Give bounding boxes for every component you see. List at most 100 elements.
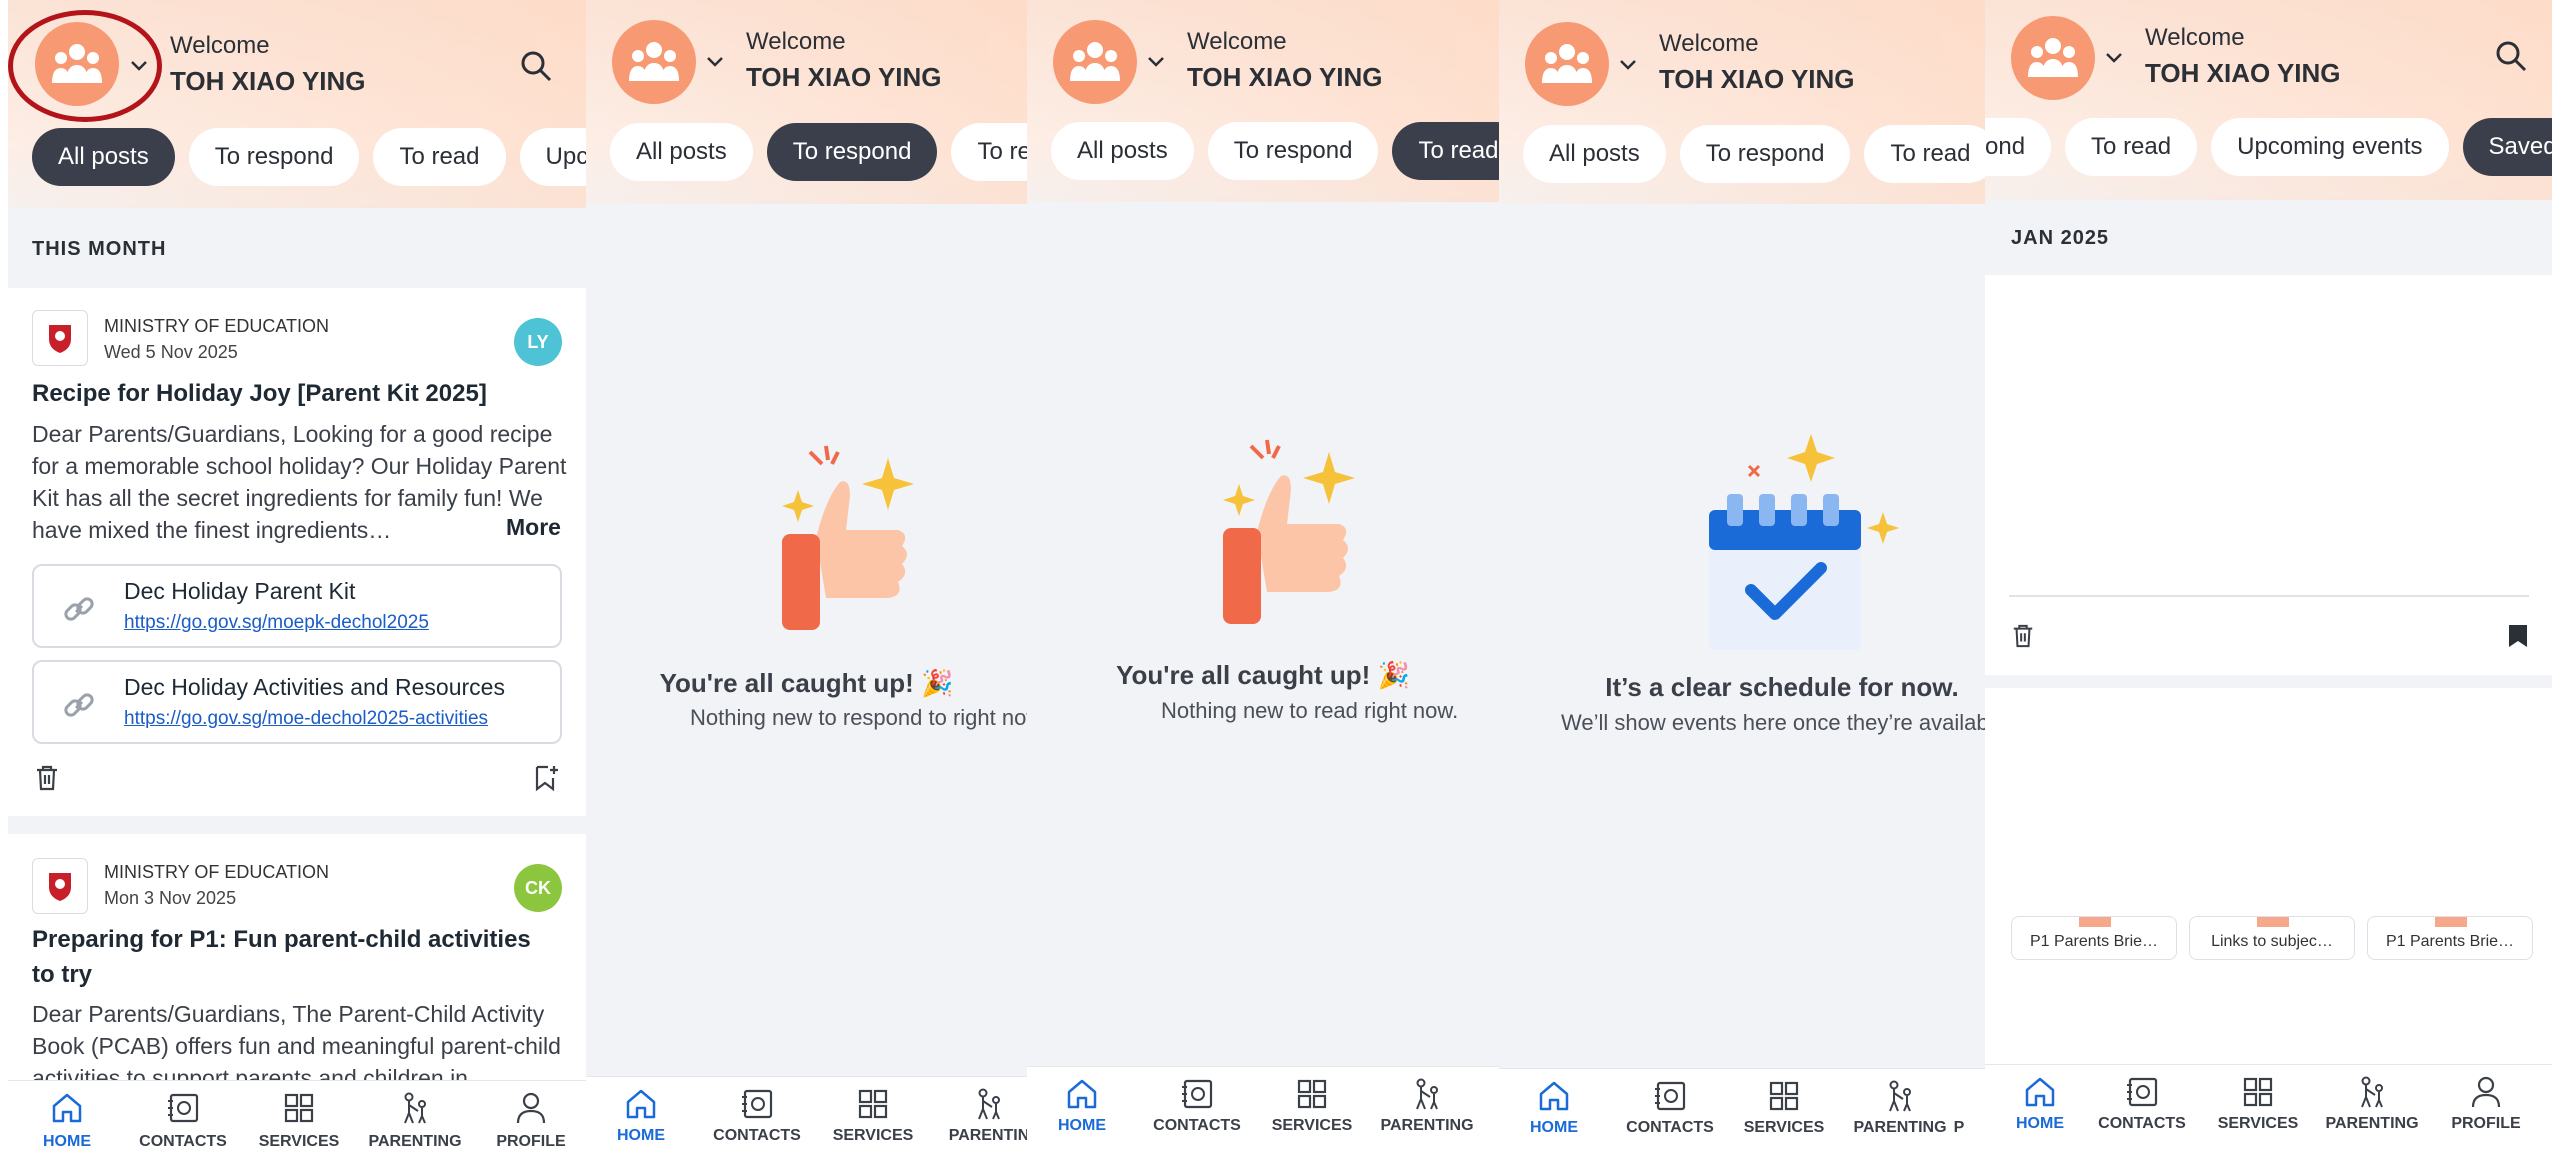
tab-saved[interactable]: Saved <box>2462 118 2552 176</box>
user-name: TOH XIAO YING <box>170 66 366 96</box>
tab-all-posts[interactable]: All posts <box>32 128 175 186</box>
more-link[interactable]: More <box>500 514 561 541</box>
nav-home[interactable]: HOME <box>586 1077 696 1153</box>
nav-label: HOME <box>2016 1115 2064 1132</box>
home-icon <box>52 1093 82 1123</box>
link-url[interactable]: https://go.gov.sg/moe-dechol2025-activit… <box>124 708 488 730</box>
thumbs-up-illustration <box>782 445 914 630</box>
post-card[interactable]: MINISTRY OF EDUCATION Wed 5 Nov 2025 LY … <box>8 288 586 816</box>
avatar[interactable] <box>1525 22 1609 106</box>
post-title[interactable]: Recipe for Holiday Joy [Parent Kit 2025] <box>32 376 562 411</box>
panel-to-respond: Welcome TOH XIAO YING All posts To respo… <box>586 0 1027 1153</box>
tab-all-posts[interactable]: All posts <box>610 123 753 181</box>
nav-services[interactable]: SERVICES <box>244 1081 354 1153</box>
moe-logo <box>32 858 88 914</box>
bookmark-add-icon[interactable] <box>532 764 560 792</box>
panel-upcoming-events: Welcome TOH XIAO YING All posts To respo… <box>1499 0 1985 1153</box>
post-card[interactable]: MINISTRY OF EDUCATION Mon 3 Nov 2025 CK … <box>8 834 586 1094</box>
home-icon <box>1067 1079 1097 1109</box>
delete-icon[interactable] <box>2011 623 2035 649</box>
nav-label: SERVICES <box>832 1127 914 1144</box>
tab-to-respond[interactable]: To respond <box>188 128 360 186</box>
tab-to-read[interactable]: To read <box>1392 122 1499 180</box>
calendar-check-illustration <box>1709 434 1899 650</box>
nav-profile[interactable]: P <box>1939 1069 1979 1153</box>
tab-to-respond[interactable]: To respond <box>766 123 938 181</box>
profile-icon <box>2471 1076 2501 1108</box>
parenting-icon <box>2361 1076 2383 1108</box>
search-icon[interactable] <box>518 48 554 84</box>
tab-upcoming-events[interactable]: Upcomi <box>519 128 586 186</box>
filter-tabs: All posts To respond To read <box>610 123 1027 181</box>
nav-label: CONTACTS <box>1626 1119 1714 1136</box>
attachment-thumb[interactable]: P1 Parents Brie… <box>2011 916 2177 960</box>
nav-home[interactable]: HOME <box>1985 1065 2095 1153</box>
tab-upcoming-events[interactable]: Upcoming events <box>2211 118 2449 176</box>
nav-contacts[interactable]: CONTACTS <box>1615 1069 1725 1153</box>
avatar[interactable] <box>612 20 696 104</box>
link-icon <box>64 693 94 717</box>
nav-contacts[interactable]: CONTACTS <box>2087 1065 2197 1153</box>
nav-parenting[interactable]: PARENTING <box>360 1081 470 1153</box>
nav-label: SERVICES <box>258 1133 340 1150</box>
attachment-thumb[interactable]: Links to subjec… <box>2189 916 2355 960</box>
nav-profile[interactable]: PROFILE <box>476 1081 586 1153</box>
attachment-thumb[interactable]: P1 Parents Brie… <box>2367 916 2533 960</box>
nav-label: CONTACTS <box>2098 1115 2186 1132</box>
chevron-down-icon[interactable] <box>704 50 726 72</box>
nav-services[interactable]: SERVICES <box>1729 1069 1839 1153</box>
tab-to-read[interactable]: To read <box>1864 125 1985 183</box>
tab-to-respond[interactable]: To respond <box>1679 125 1851 183</box>
nav-contacts[interactable]: CONTACTS <box>128 1081 238 1153</box>
empty-title: You're all caught up! 🎉 <box>1116 660 1410 690</box>
bookmark-filled-icon[interactable] <box>2507 623 2529 649</box>
nav-parenting[interactable]: PARENTING <box>2317 1065 2427 1153</box>
highlight-ring <box>8 10 162 122</box>
nav-contacts[interactable]: CONTACTS <box>702 1077 812 1153</box>
filter-tabs: ond To read Upcoming events Saved <box>1985 118 2552 176</box>
tab-to-read[interactable]: To read <box>951 123 1027 181</box>
nav-services[interactable]: SERVICES <box>2203 1065 2313 1153</box>
avatar[interactable] <box>2011 16 2095 100</box>
nav-services[interactable]: SERVICES <box>818 1077 928 1153</box>
nav-label: PARENTING <box>1380 1117 1474 1134</box>
welcome-text: Welcome <box>170 32 270 59</box>
tab-to-read[interactable]: To read <box>2065 118 2198 176</box>
chevron-down-icon[interactable] <box>1617 53 1639 75</box>
nav-home[interactable]: HOME <box>12 1081 122 1153</box>
chevron-down-icon[interactable] <box>2103 46 2125 68</box>
delete-icon[interactable] <box>34 764 60 792</box>
link-attachment[interactable]: Dec Holiday Activities and Resources htt… <box>32 660 562 744</box>
bottom-nav: HOME CONTACTS SERVICES PARENTING <box>1027 1066 1499 1153</box>
nav-label: SERVICES <box>1743 1119 1825 1136</box>
nav-services[interactable]: SERVICES <box>1257 1067 1367 1153</box>
nav-profile[interactable]: PROFILE <box>2431 1065 2541 1153</box>
nav-home[interactable]: HOME <box>1499 1069 1609 1153</box>
grid-icon <box>1297 1079 1327 1109</box>
family-icon <box>1542 44 1592 83</box>
nav-contacts[interactable]: CONTACTS <box>1142 1067 1252 1153</box>
nav-home[interactable]: HOME <box>1027 1067 1137 1153</box>
search-icon[interactable] <box>2493 38 2529 74</box>
link-attachment[interactable]: Dec Holiday Parent Kit https://go.gov.sg… <box>32 564 562 648</box>
nav-label: SERVICES <box>2217 1115 2299 1132</box>
link-url[interactable]: https://go.gov.sg/moepk-dechol2025 <box>124 612 429 634</box>
chevron-down-icon[interactable] <box>1145 50 1167 72</box>
thumbs-up-illustration <box>1223 439 1355 624</box>
post-title[interactable]: Preparing for P1: Fun parent-child activ… <box>32 922 552 992</box>
nav-parenting[interactable]: PARENTIN <box>934 1077 1027 1153</box>
avatar[interactable] <box>1053 20 1137 104</box>
empty-title: It’s a clear schedule for now. <box>1605 672 1959 702</box>
saved-post-card[interactable] <box>1985 275 2552 675</box>
tab-to-respond[interactable]: To respond <box>1207 122 1379 180</box>
tab-all-posts[interactable]: All posts <box>1051 122 1194 180</box>
link-title: Dec Holiday Parent Kit <box>124 578 356 604</box>
tab-all-posts[interactable]: All posts <box>1523 125 1666 183</box>
nav-parenting[interactable]: PARENTING <box>1372 1067 1482 1153</box>
empty-subtitle: We’ll show events here once they’re avai… <box>1561 710 1985 735</box>
profile-icon <box>516 1092 546 1124</box>
post-date: Mon 3 Nov 2025 <box>104 888 237 908</box>
saved-post-card[interactable]: P1 Parents Brie… Links to subjec… P1 Par… <box>1985 688 2552 1078</box>
tab-to-read[interactable]: To read <box>373 128 506 186</box>
tab-to-respond[interactable]: ond <box>1985 118 2052 176</box>
